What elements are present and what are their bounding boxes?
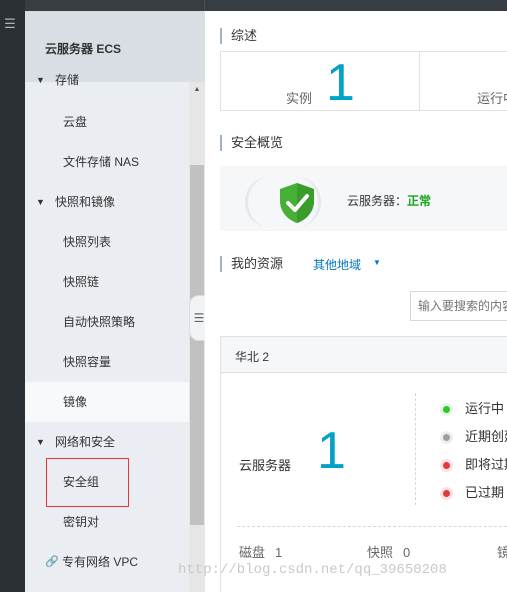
status-expired[interactable]: 已过期	[465, 484, 504, 502]
horizontal-divider	[237, 526, 507, 527]
main-content: 综述 实例 1 运行中 安全概览 云服务器：正常 我的资源 其他地域 ▼ 华北 …	[205, 11, 507, 592]
shield-check-icon	[280, 183, 314, 223]
sidebar-item-auto-snapshot-policy[interactable]: 自动快照策略	[25, 302, 205, 342]
menu-icon[interactable]: ☰	[0, 14, 20, 34]
resources-title: 我的资源	[220, 256, 283, 272]
sidebar-item-label: 文件存储 NAS	[63, 155, 140, 169]
sidebar-group-label: 存储	[55, 73, 80, 87]
left-rail: ☰	[0, 0, 25, 592]
sidebar-item-label: 镜像	[63, 395, 88, 409]
caret-down-icon[interactable]: ▼	[373, 258, 381, 267]
status-expiring[interactable]: 即将过期	[465, 456, 507, 474]
snapshot-label: 快照	[367, 545, 394, 560]
instance-label: 实例	[286, 91, 313, 106]
sidebar-item-snapshot-list[interactable]: 快照列表	[25, 222, 205, 262]
ecs-label: 云服务器	[239, 458, 292, 473]
sidebar-item-key-pair[interactable]: 密钥对	[25, 502, 205, 542]
region-card: 华北 2 云服务器 1 运行中 近期创建 即将过期 已过期 磁盘 1 快照 0 镜像	[220, 336, 507, 592]
sidebar-group-snapshot[interactable]: ▼ 快照和镜像	[25, 182, 205, 222]
sidebar-item-label: 快照链	[63, 275, 100, 289]
scroll-up-icon[interactable]: ▲	[189, 84, 205, 96]
security-status-value: 正常	[407, 194, 432, 208]
top-bar-segment	[25, 0, 205, 11]
sidebar-group-label: 快照和镜像	[55, 195, 116, 209]
highlight-box	[46, 458, 129, 507]
sidebar-item-disk[interactable]: 云盘	[25, 102, 205, 142]
snapshot-stat[interactable]: 快照 0	[367, 542, 410, 561]
sidebar-item-label: 快照列表	[63, 235, 112, 249]
vertical-divider	[415, 393, 416, 505]
security-title: 安全概览	[220, 135, 283, 151]
disk-stat[interactable]: 磁盘 1	[239, 542, 282, 561]
expiring-dot	[440, 459, 453, 472]
region-header: 华北 2	[221, 337, 507, 373]
sidebar-item-label: 密钥对	[63, 515, 100, 529]
sidebar-item-label: 专有网络 VPC	[62, 555, 139, 569]
sidebar-title: 云服务器 ECS	[45, 42, 122, 56]
caret-down-icon: ▼	[36, 75, 45, 85]
overview-panel: 实例 1 运行中	[220, 51, 507, 111]
top-bar-segment	[205, 0, 507, 11]
snapshot-count: 0	[403, 545, 411, 560]
expired-dot	[440, 487, 453, 500]
recent-dot	[440, 431, 453, 444]
running-dot	[440, 403, 453, 416]
security-status: 云服务器：正常	[347, 192, 431, 209]
image-stat[interactable]: 镜像	[497, 542, 507, 561]
disk-count: 1	[275, 545, 283, 560]
sidebar: 云服务器 ECS ▼ 存储 云盘 文件存储 NAS ▼ 快照和镜像 快照列表 快…	[25, 11, 205, 592]
region-name: 华北 2	[235, 350, 270, 364]
sidebar-scrollbar-thumb[interactable]	[190, 165, 204, 525]
sidebar-group-label: 网络和安全	[55, 435, 116, 449]
caret-down-icon: ▼	[36, 437, 45, 447]
sidebar-item-nas[interactable]: 文件存储 NAS	[25, 142, 205, 182]
other-regions-link[interactable]: 其他地域	[313, 256, 361, 273]
link-icon: 🔗	[45, 556, 59, 568]
sidebar-group-network[interactable]: ▼ 网络和安全	[25, 422, 205, 462]
status-running[interactable]: 运行中	[465, 400, 504, 418]
watermark: http://blog.csdn.net/qq_39650208	[178, 562, 447, 578]
instance-count[interactable]: 1	[326, 55, 355, 111]
overview-divider	[419, 52, 420, 110]
sidebar-item-snapshot-capacity[interactable]: 快照容量	[25, 342, 205, 382]
overview-title: 综述	[220, 28, 257, 44]
sidebar-item-label: 云盘	[63, 115, 88, 129]
caret-down-icon: ▼	[36, 197, 45, 207]
search-input[interactable]	[410, 291, 507, 321]
security-label: 云服务器：	[347, 194, 408, 208]
sidebar-item-image[interactable]: 镜像	[25, 382, 205, 422]
running-label: 运行中	[477, 91, 507, 106]
sidebar-item-snapshot-chain[interactable]: 快照链	[25, 262, 205, 302]
image-label: 镜像	[497, 545, 507, 560]
sidebar-group-storage[interactable]: ▼ 存储	[25, 60, 205, 100]
disk-label: 磁盘	[239, 545, 266, 560]
sidebar-item-label: 快照容量	[63, 355, 112, 369]
top-bar	[0, 0, 507, 11]
status-recent[interactable]: 近期创建	[465, 428, 507, 446]
ecs-count[interactable]: 1	[317, 423, 346, 479]
sidebar-item-label: 自动快照策略	[63, 315, 136, 329]
